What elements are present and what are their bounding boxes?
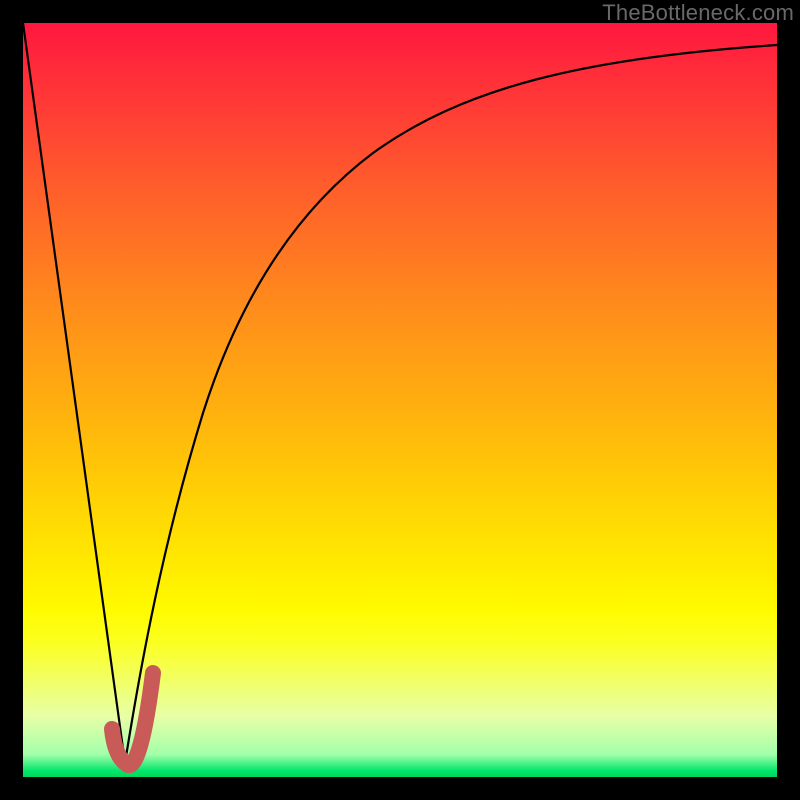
chart-frame: TheBottleneck.com <box>0 0 800 800</box>
chart-curves <box>23 23 777 777</box>
watermark-text: TheBottleneck.com <box>602 0 794 26</box>
right-ascent-curve <box>125 45 777 763</box>
left-descent-line <box>23 23 125 763</box>
